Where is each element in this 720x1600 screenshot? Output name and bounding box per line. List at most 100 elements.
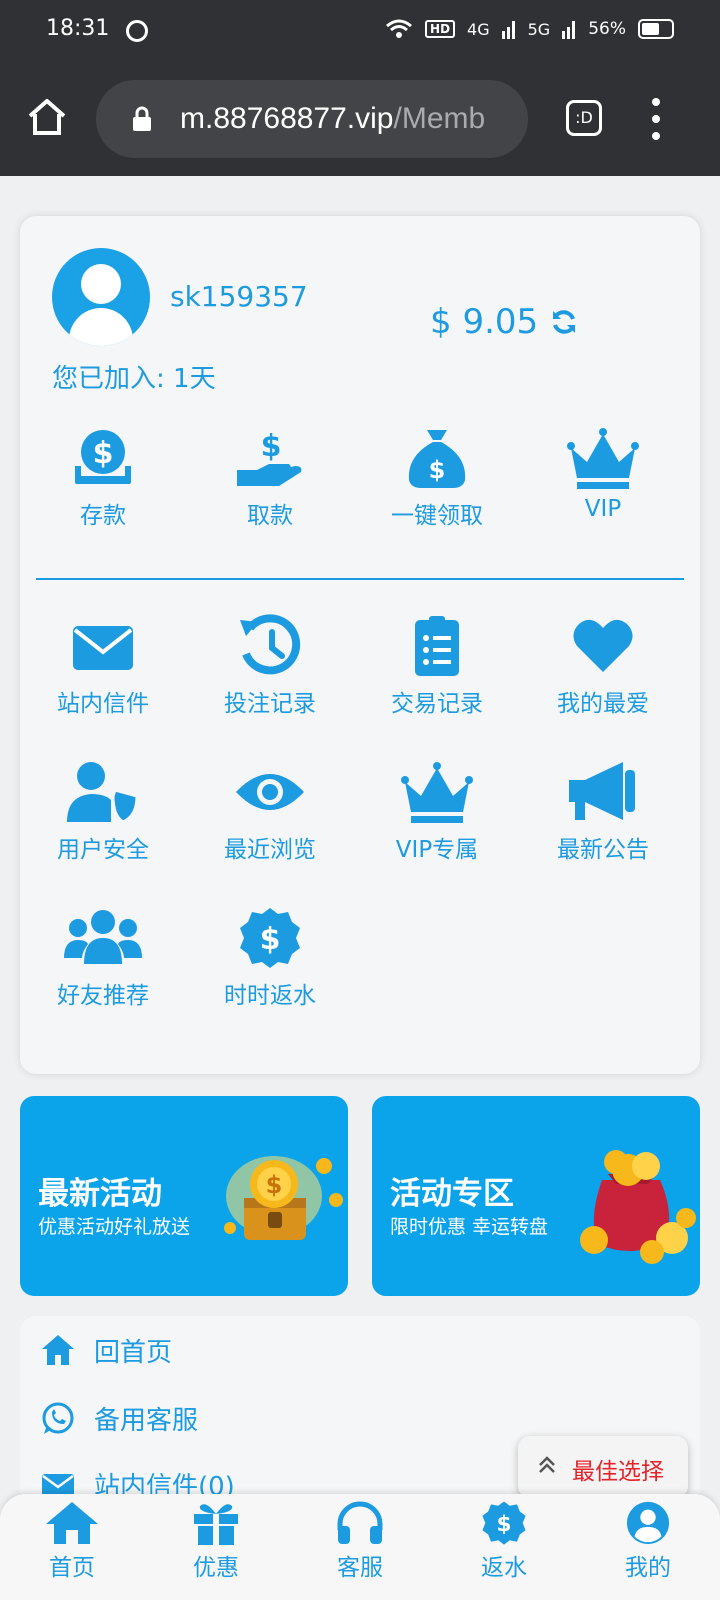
megaphone-icon: [569, 762, 635, 820]
promo-title: 活动专区: [390, 1176, 514, 1212]
section-divider: [36, 578, 684, 580]
clipboard-icon: [415, 616, 459, 676]
url-host: m.88768877.vip: [180, 102, 394, 135]
gift-icon: [194, 1504, 238, 1545]
menu-item-label: 最新公告: [557, 837, 649, 863]
vip-label: VIP: [584, 496, 622, 522]
nav-home[interactable]: 首页: [12, 1500, 132, 1582]
promo-title: 最新活动: [38, 1176, 162, 1212]
crown-icon: [401, 762, 473, 823]
nav-label: 客服: [337, 1555, 383, 1581]
nav-promotions[interactable]: 优惠: [156, 1500, 276, 1582]
nav-label: 我的: [625, 1555, 671, 1581]
browser-toolbar: m.88768877.vip/Memb :D: [0, 76, 720, 162]
menu-item-label: 好友推荐: [57, 983, 149, 1009]
headset-icon: [337, 1501, 383, 1544]
menu-item-label: 投注记录: [224, 691, 316, 717]
svg-text:$: $: [260, 922, 281, 957]
chevron-up-icon: [539, 1456, 555, 1473]
signal-bars-icon: [562, 21, 576, 39]
menu-item-label: 用户安全: [57, 837, 149, 863]
menu-item-announcements[interactable]: 最新公告: [518, 760, 688, 864]
signal-bars-icon: [501, 21, 515, 39]
address-bar[interactable]: m.88768877.vip/Memb: [96, 80, 528, 158]
url-path: /Memb: [393, 102, 486, 135]
svg-text:$: $: [93, 436, 114, 471]
menu-item-label: VIP专属: [395, 837, 479, 863]
nav-label: 首页: [49, 1555, 95, 1581]
promo-latest-events[interactable]: $ 最新活动 优惠活动好礼放送: [20, 1096, 348, 1296]
user-shield-icon: [67, 762, 139, 824]
refresh-icon[interactable]: [550, 308, 578, 336]
vip-button[interactable]: VIP: [518, 426, 688, 522]
deposit-button[interactable]: $ 存款: [18, 426, 188, 530]
svg-text:$: $: [261, 429, 282, 464]
withdraw-button[interactable]: $ 取款: [185, 426, 355, 530]
crown-icon: [567, 428, 639, 489]
menu-item-label: 最近浏览: [224, 837, 316, 863]
browser-menu-button[interactable]: [650, 98, 662, 140]
nav-label: 返水: [481, 1555, 527, 1581]
withdraw-label: 取款: [247, 503, 293, 529]
deposit-label: 存款: [80, 503, 126, 529]
home-icon: [42, 1335, 74, 1365]
users-icon: [64, 910, 142, 964]
menu-item-vip-exclusive[interactable]: VIP专属: [352, 760, 522, 864]
menu-item-referral[interactable]: 好友推荐: [18, 906, 188, 1010]
menu-item-bet-history[interactable]: 投注记录: [185, 614, 355, 718]
menu-item-favorites[interactable]: 我的最爱: [518, 614, 688, 718]
whatsapp-icon: [42, 1402, 74, 1434]
deposit-icon: $: [75, 430, 131, 484]
menu-item-label: 交易记录: [391, 691, 483, 717]
history-icon: [240, 614, 301, 675]
treasure-bag-icon: [580, 1150, 696, 1264]
nav-support[interactable]: 客服: [300, 1500, 420, 1582]
link-home[interactable]: 回首页: [40, 1328, 172, 1372]
eye-icon: [236, 774, 304, 810]
joined-duration: 您已加入: 1天: [52, 364, 216, 394]
avatar[interactable]: [52, 248, 150, 346]
svg-text:$: $: [429, 456, 446, 484]
hd-badge: HD: [425, 20, 456, 38]
svg-text:$: $: [266, 1171, 283, 1199]
money-bag-icon: $: [408, 430, 466, 488]
lock-icon: [133, 106, 151, 131]
username: sk159357: [170, 280, 308, 313]
menu-item-transactions[interactable]: 交易记录: [352, 614, 522, 718]
link-label: 备用客服: [94, 1405, 199, 1436]
envelope-icon: [73, 626, 133, 670]
menu-item-rebate[interactable]: $ 时时返水: [185, 906, 355, 1010]
balance-amount: $ 9.05: [430, 302, 539, 342]
withdraw-icon: $: [237, 429, 302, 486]
menu-item-label: 时时返水: [224, 983, 316, 1009]
promo-subtitle: 限时优惠 幸运转盘: [390, 1216, 549, 1238]
status-time: 18:31: [46, 16, 110, 41]
dollar-badge-icon: $: [482, 1501, 526, 1545]
link-backup-support[interactable]: 备用客服: [40, 1396, 198, 1440]
coin-chest-icon: $: [224, 1156, 343, 1240]
claim-all-label: 一键领取: [391, 503, 483, 529]
best-choice-label: 最佳选择: [572, 1459, 664, 1485]
menu-item-label: 站内信件: [57, 691, 149, 717]
browser-home-icon[interactable]: [26, 96, 68, 138]
status-bar: 18:31 HD 4G 5G 56%: [0, 0, 720, 64]
url-text: m.88768877.vip/Memb: [180, 102, 510, 136]
home-icon: [46, 1502, 98, 1544]
menu-item-recent[interactable]: 最近浏览: [185, 760, 355, 864]
promo-activity-zone[interactable]: 活动专区 限时优惠 幸运转盘: [372, 1096, 700, 1296]
claim-all-button[interactable]: $ 一键领取: [352, 426, 522, 530]
signal-4g-label: 4G: [467, 19, 490, 39]
status-indicators: HD 4G 5G 56%: [385, 18, 674, 40]
browser-chrome: 18:31 HD 4G 5G 56% m.88768877.vip/Memb :…: [0, 0, 720, 176]
member-card: sk159357 $ 9.05 您已加入: 1天 $ 存款 $ 取款 $ 一键领…: [20, 216, 700, 1074]
bottom-navigation: 首页 优惠 客服 $ 返水 我的: [0, 1494, 720, 1600]
wifi-icon: [386, 19, 412, 38]
nav-profile[interactable]: 我的: [588, 1500, 708, 1582]
battery-percent: 56%: [588, 19, 626, 39]
menu-item-messages[interactable]: 站内信件: [18, 614, 188, 718]
user-circle-icon: [626, 1501, 670, 1545]
tabs-button[interactable]: :D: [566, 100, 602, 136]
nav-rebate[interactable]: $ 返水: [444, 1500, 564, 1582]
best-choice-button[interactable]: 最佳选择: [518, 1436, 688, 1498]
menu-item-security[interactable]: 用户安全: [18, 760, 188, 864]
